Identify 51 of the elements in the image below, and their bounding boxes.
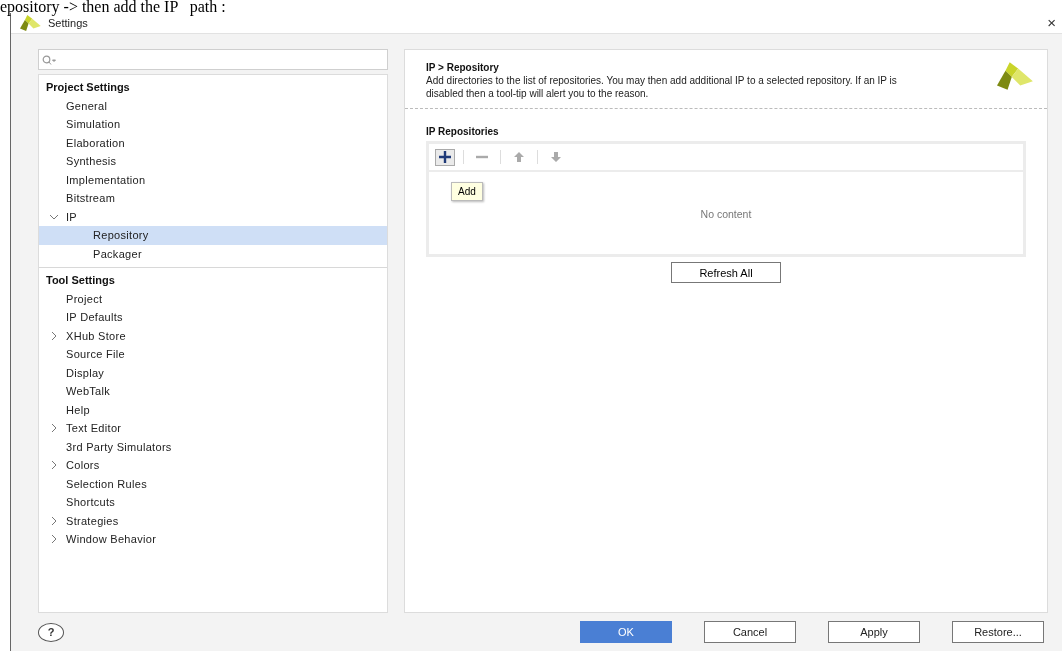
tree-item[interactable]: Elaboration (39, 133, 387, 152)
chevron-right-icon[interactable] (49, 515, 59, 526)
section-header: Project Settings (45, 80, 131, 95)
chevron-right-icon[interactable] (49, 423, 59, 434)
tree-item[interactable]: General (39, 96, 387, 115)
section-header: Tool Settings (45, 273, 116, 288)
chevron-right-icon[interactable] (49, 460, 59, 471)
tree-item[interactable]: Selection Rules (39, 474, 387, 493)
tree-item[interactable]: Source File (39, 345, 387, 364)
tree-item[interactable]: Shortcuts (39, 493, 387, 512)
down-arrow-icon (549, 150, 563, 164)
tree-item[interactable]: Help (39, 400, 387, 419)
tree-item[interactable]: 3rd Party Simulators (39, 437, 387, 456)
tree-item[interactable]: Text Editor (39, 419, 387, 438)
section-title: IP Repositories (426, 126, 500, 137)
tree-item[interactable]: WebTalk (39, 382, 387, 401)
tree-item[interactable]: Packager (39, 244, 387, 263)
up-arrow-icon (512, 150, 526, 164)
page-description: Add directories to the list of repositories. You may then add additional IP to a selected repository. If an IP is disabled then a tool-tip will alert you to the reason. (426, 74, 898, 100)
help-button[interactable]: ? (38, 622, 64, 642)
tree-item[interactable]: Colors (39, 456, 387, 475)
chevron-right-icon[interactable] (49, 330, 59, 341)
logo-icon (997, 62, 1035, 90)
tree-item[interactable]: XHub Store (39, 326, 387, 345)
dialog-button[interactable]: Apply (828, 621, 920, 643)
dialog-button[interactable]: Cancel (704, 621, 796, 643)
dialog-button[interactable]: Restore... (952, 621, 1044, 643)
tree-item[interactable]: Repository (39, 226, 387, 245)
empty-message: No content (700, 208, 752, 222)
tree-item[interactable]: Simulation (39, 115, 387, 134)
logo-icon (20, 15, 42, 31)
tree-item[interactable]: IP (39, 207, 387, 226)
tree-item[interactable]: Window Behavior (39, 530, 387, 549)
plus-icon (438, 150, 452, 164)
refresh-all-button[interactable]: Refresh All (671, 262, 781, 283)
search-field[interactable] (38, 49, 388, 70)
tree-item[interactable]: IP Defaults (39, 308, 387, 327)
chevron-right-icon[interactable] (49, 534, 59, 545)
close-button[interactable]: × (1047, 16, 1056, 30)
tree-item[interactable]: Strategies (39, 511, 387, 530)
tree-item[interactable]: Project (39, 289, 387, 308)
dialog-button[interactable]: OK (580, 621, 672, 643)
tree-item[interactable]: Implementation (39, 170, 387, 189)
tooltip: Add (451, 182, 483, 201)
tree-item[interactable]: Bitstream (39, 189, 387, 208)
search-icon (42, 54, 56, 65)
tree-item[interactable]: Display (39, 363, 387, 382)
page-title: IP > Repository (426, 62, 500, 73)
window-title: Settings (48, 17, 88, 29)
tree-item[interactable]: Synthesis (39, 152, 387, 171)
add-button[interactable] (435, 148, 455, 166)
